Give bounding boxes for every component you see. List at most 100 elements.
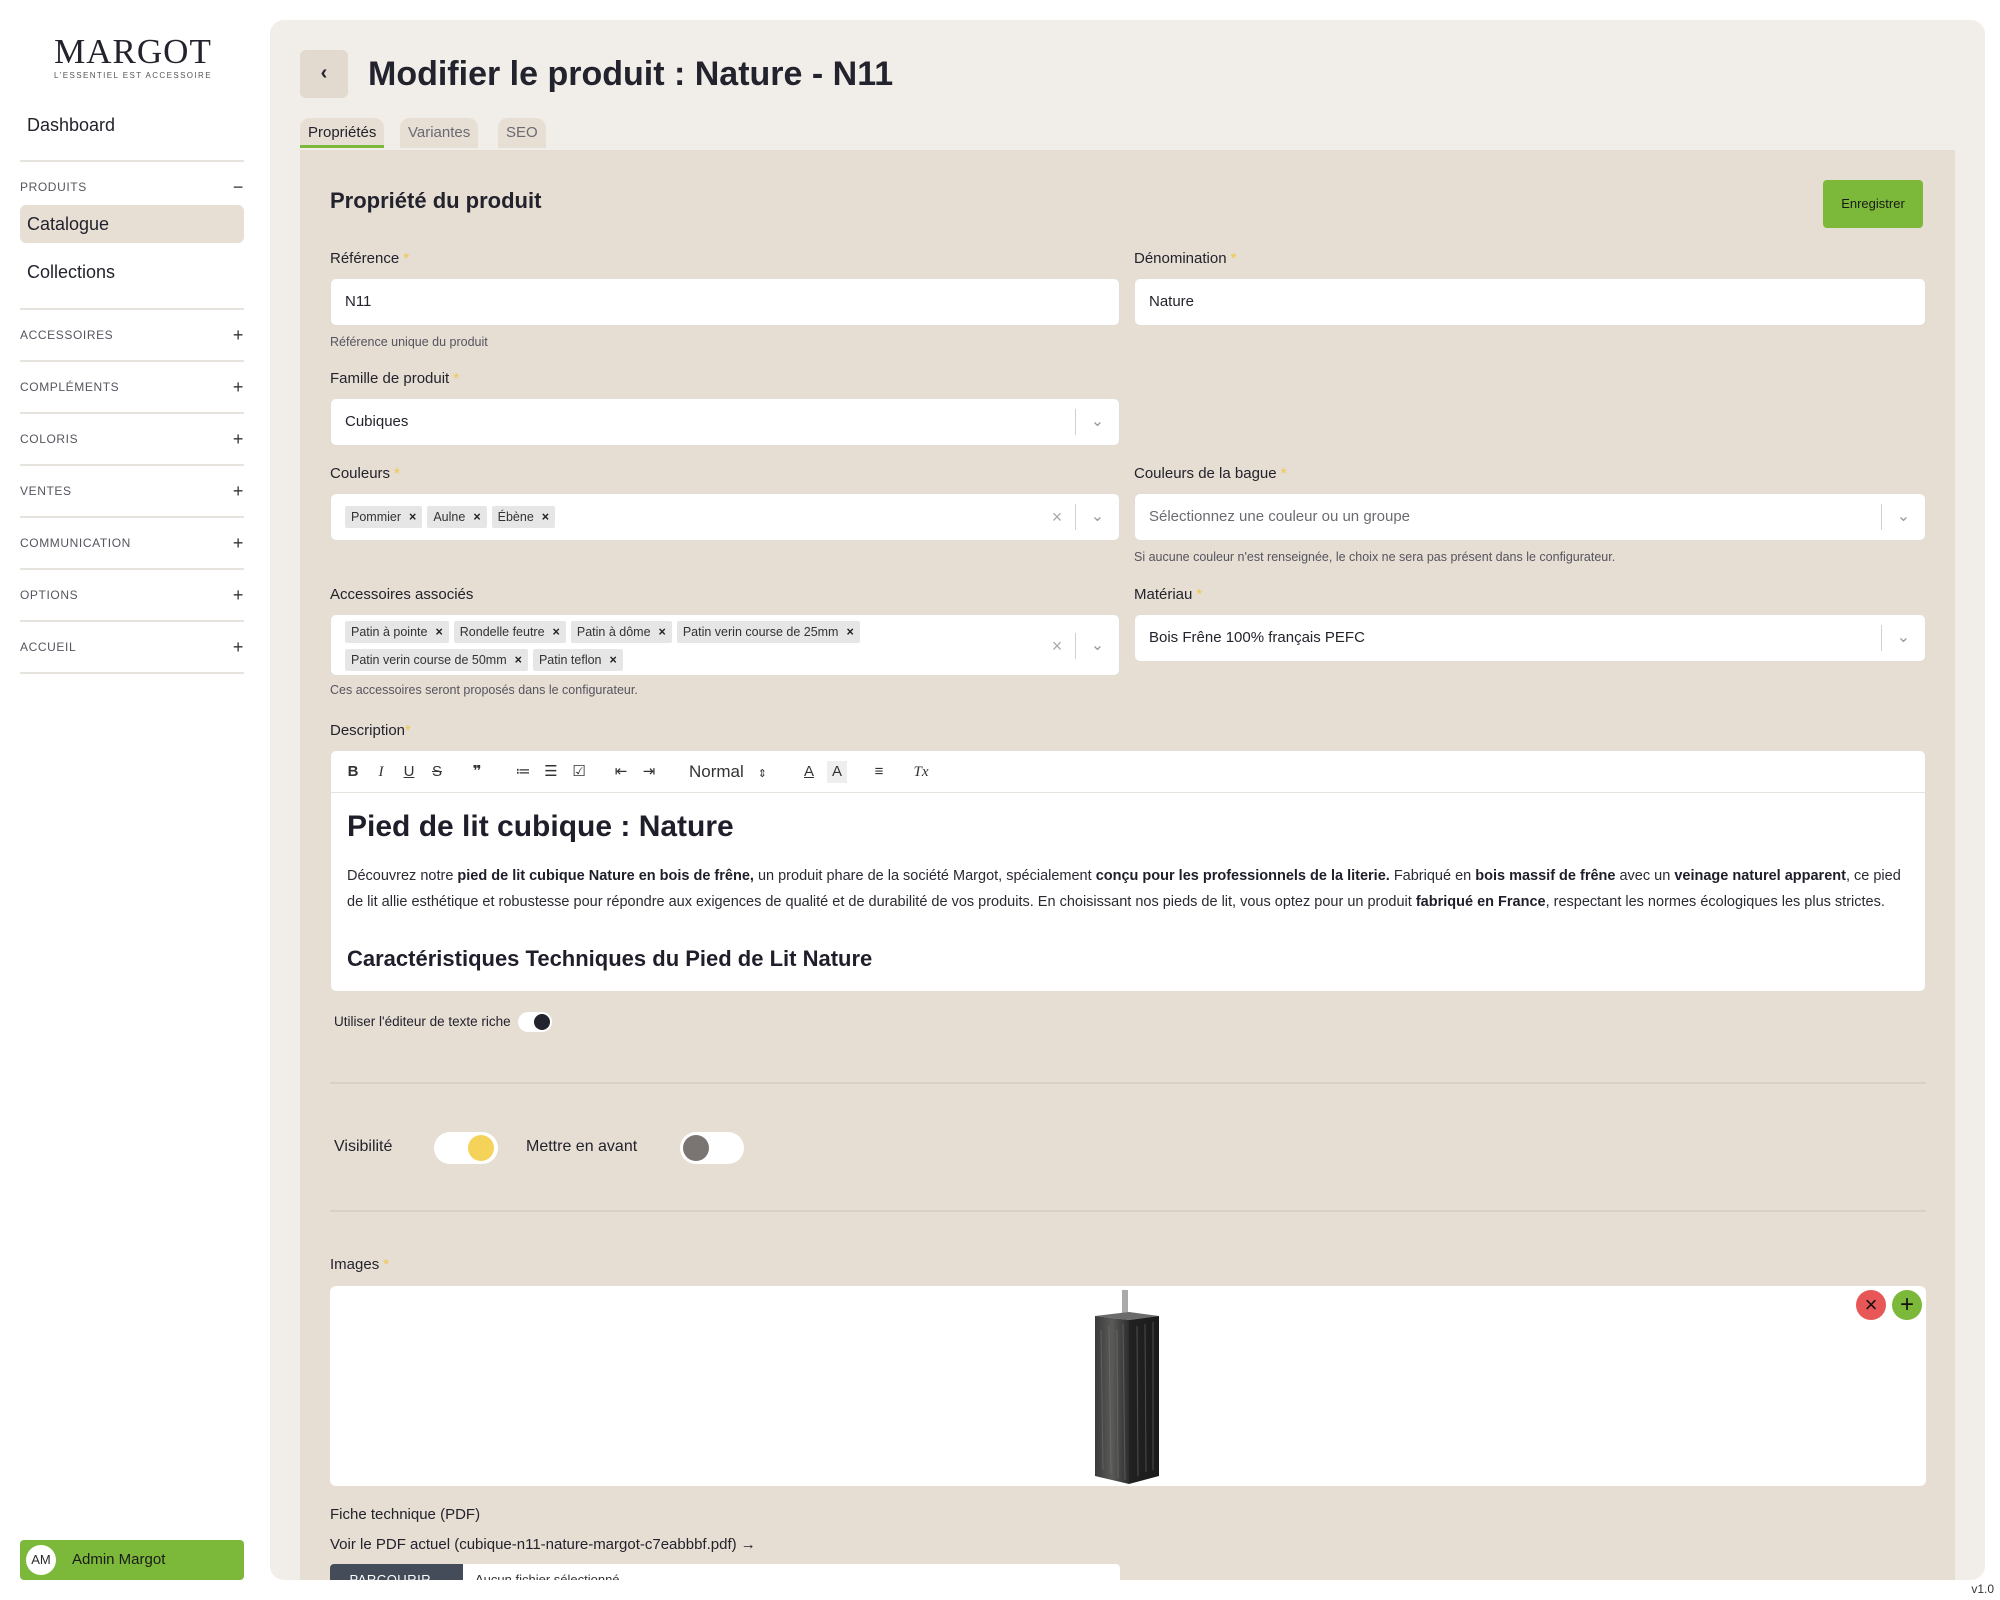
delete-image-button[interactable]: ×: [1856, 1290, 1886, 1320]
clear-format-icon[interactable]: Tx: [911, 761, 931, 783]
plus-icon[interactable]: +: [233, 429, 244, 449]
add-image-button[interactable]: +: [1892, 1290, 1922, 1320]
close-icon[interactable]: ×: [659, 625, 666, 639]
close-icon[interactable]: ×: [542, 510, 549, 524]
plus-icon[interactable]: +: [233, 325, 244, 345]
tab-seo[interactable]: SEO: [498, 118, 546, 148]
quote-icon[interactable]: ❞: [467, 761, 487, 783]
plus-icon[interactable]: +: [233, 637, 244, 657]
sidebar-item-collections[interactable]: Collections: [20, 253, 244, 291]
margot-logo[interactable]: MARGOT L'ESSENTIEL EST ACCESSOIRE: [52, 32, 214, 81]
accessoires-multiselect[interactable]: Patin à pointe × Rondelle feutre × Patin à d…: [330, 614, 1120, 676]
chevron-down-icon[interactable]: ⌄: [1075, 409, 1119, 435]
select-placeholder: Sélectionnez une couleur ou un groupe: [1149, 508, 1411, 525]
save-button[interactable]: Enregistrer: [1823, 180, 1923, 228]
couleurs-multiselect[interactable]: Pommier × Aulne × Ébène × × ⌄: [330, 493, 1120, 541]
plus-icon[interactable]: +: [233, 377, 244, 397]
align-icon[interactable]: ≡: [869, 761, 889, 783]
sidebar-divider: [20, 672, 244, 674]
properties-panel: Propriété du produit Enregistrer Référen…: [300, 150, 1955, 1580]
chip-label: Patin à dôme: [576, 625, 651, 639]
sidebar-section-coloris[interactable]: COLORIS +: [20, 429, 244, 449]
text-run: avec un: [1615, 868, 1675, 884]
user-menu-button[interactable]: AM Admin Margot: [20, 1540, 244, 1580]
clear-icon[interactable]: ×: [1043, 633, 1071, 659]
editor-content[interactable]: Pied de lit cubique : Nature Découvrez n…: [347, 807, 1913, 975]
sidebar-divider: [20, 412, 244, 414]
pdf-file-input[interactable]: PARCOURIR... Aucun fichier sélectionné.: [330, 1564, 1120, 1580]
close-icon[interactable]: ×: [515, 653, 522, 667]
denomination-input[interactable]: Nature: [1134, 278, 1926, 326]
close-icon[interactable]: ×: [435, 625, 442, 639]
clear-icon[interactable]: ×: [1043, 504, 1071, 530]
indent-icon[interactable]: ⇥: [639, 761, 659, 783]
strikethrough-icon[interactable]: S: [427, 761, 447, 783]
plus-icon[interactable]: +: [233, 533, 244, 553]
description-label: Description*: [330, 722, 411, 739]
close-icon[interactable]: ×: [553, 625, 560, 639]
heading-select-value: Normal: [689, 762, 744, 781]
description-paragraph: Découvrez notre pied de lit cubique Natu…: [347, 863, 1913, 915]
underline-icon[interactable]: U: [399, 761, 419, 783]
italic-icon[interactable]: I: [371, 761, 391, 783]
chip-ebene: Ébène ×: [491, 506, 556, 528]
heading-select[interactable]: Normal ⇕: [689, 761, 767, 785]
text-run: conçu pour les professionnels de la lite…: [1095, 868, 1390, 884]
sidebar-item-catalogue[interactable]: Catalogue: [20, 205, 244, 243]
back-button[interactable]: ‹: [300, 50, 348, 98]
version-label: v1.0: [1971, 1582, 1994, 1596]
sidebar-section-ventes[interactable]: VENTES +: [20, 481, 244, 501]
close-icon[interactable]: ×: [409, 510, 416, 524]
reference-input[interactable]: N11: [330, 278, 1120, 326]
label-text: Matériau: [1134, 586, 1193, 603]
check-list-icon[interactable]: ☑: [569, 761, 589, 783]
section-label: COMPLÉMENTS: [20, 380, 120, 394]
tab-proprietes[interactable]: Propriétés: [300, 118, 385, 148]
ordered-list-icon[interactable]: ≔: [513, 761, 533, 783]
couleurs-bague-select[interactable]: Sélectionnez une couleur ou un groupe ⌄: [1134, 493, 1926, 541]
sidebar-section-produits[interactable]: PRODUITS −: [20, 177, 244, 197]
sidebar-section-complements[interactable]: COMPLÉMENTS +: [20, 377, 244, 397]
sidebar-section-accueil[interactable]: ACCUEIL +: [20, 637, 244, 657]
materiau-select[interactable]: Bois Frêne 100% français PEFC ⌄: [1134, 614, 1926, 662]
highlight-icon[interactable]: A: [827, 761, 847, 783]
current-pdf-link[interactable]: Voir le PDF actuel (cubique-n11-nature-m…: [330, 1536, 756, 1553]
close-icon[interactable]: ×: [473, 510, 480, 524]
text-run: Fabriqué en: [1389, 868, 1476, 884]
outdent-icon[interactable]: ⇤: [611, 761, 631, 783]
chevron-down-icon[interactable]: ⌄: [1075, 633, 1119, 659]
close-icon[interactable]: ×: [846, 625, 853, 639]
text-run: pied de lit cubique Nature en bois de fr…: [457, 868, 754, 884]
chevron-down-icon[interactable]: ⌄: [1881, 504, 1925, 530]
sidebar-section-communication[interactable]: COMMUNICATION +: [20, 533, 244, 553]
toggle-knob: [534, 1014, 550, 1030]
chevron-down-icon[interactable]: ⌄: [1881, 625, 1925, 651]
chevron-left-icon: ‹: [320, 62, 328, 84]
text-color-icon[interactable]: A: [799, 761, 819, 783]
visibilite-toggle[interactable]: [434, 1132, 498, 1164]
minus-icon[interactable]: −: [233, 177, 244, 197]
mettre-en-avant-toggle[interactable]: [680, 1132, 744, 1164]
bullet-list-icon[interactable]: ☰: [541, 761, 561, 783]
plus-icon[interactable]: +: [233, 481, 244, 501]
couleurs-bague-label: Couleurs de la bague *: [1134, 465, 1286, 482]
close-icon[interactable]: ×: [610, 653, 617, 667]
sidebar-section-accessoires[interactable]: ACCESSOIRES +: [20, 325, 244, 345]
bold-icon[interactable]: B: [343, 761, 363, 783]
rich-text-editor[interactable]: B I U S ❞ ≔ ☰ ☑ ⇤ ⇥ Normal ⇕ A A ≡ Tx Pie…: [330, 750, 1926, 992]
browse-button[interactable]: PARCOURIR...: [330, 1564, 463, 1580]
required-mark: *: [383, 1256, 390, 1273]
logo-wordmark: MARGOT: [54, 32, 212, 71]
label-text: Couleurs de la bague: [1134, 465, 1277, 482]
chips-area: Pommier × Aulne × Ébène ×: [345, 506, 560, 528]
tab-variantes[interactable]: Variantes: [400, 118, 479, 148]
rich-editor-toggle[interactable]: [518, 1012, 552, 1032]
famille-select[interactable]: Cubiques ⌄: [330, 398, 1120, 446]
file-status: Aucun fichier sélectionné.: [475, 1572, 624, 1580]
plus-icon[interactable]: +: [233, 585, 244, 605]
product-image[interactable]: [1085, 1290, 1169, 1486]
sidebar-section-options[interactable]: OPTIONS +: [20, 585, 244, 605]
section-divider: [330, 1082, 1926, 1084]
sidebar-item-dashboard[interactable]: Dashboard: [20, 106, 244, 144]
chevron-down-icon[interactable]: ⌄: [1075, 504, 1119, 530]
